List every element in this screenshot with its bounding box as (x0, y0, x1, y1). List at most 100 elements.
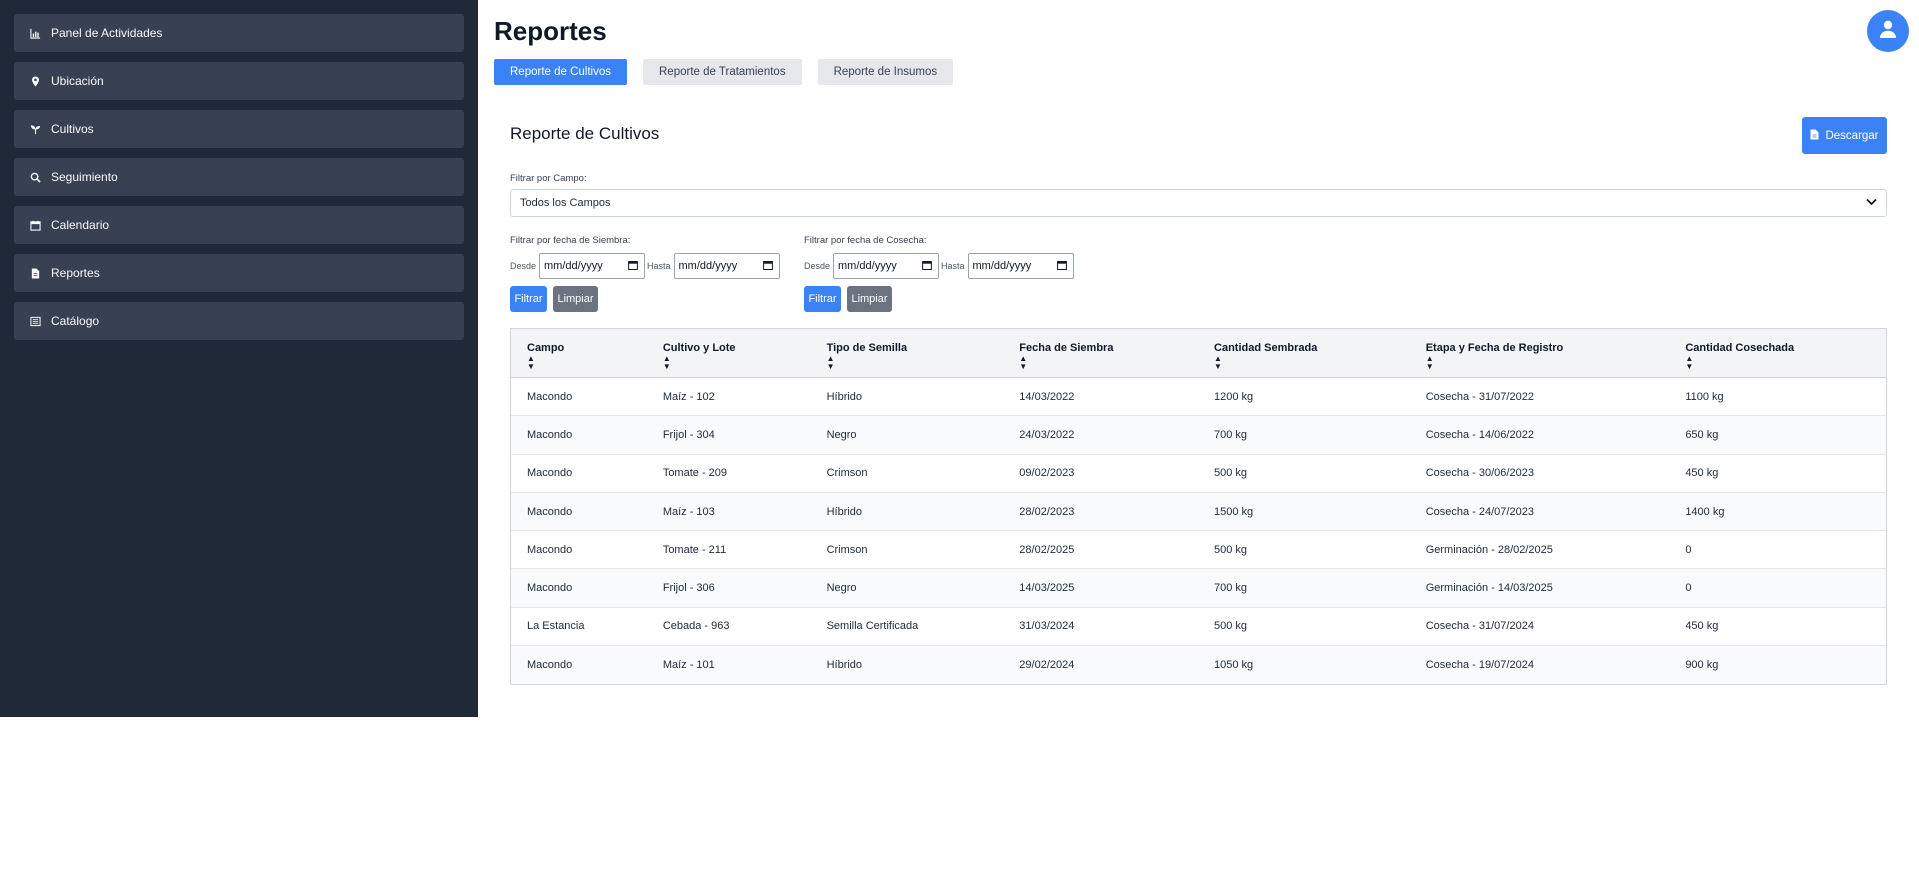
sidebar-item-reportes[interactable]: Reportes (14, 254, 464, 292)
table-cell: 700 kg (1214, 428, 1248, 441)
table-cell: 900 kg (1685, 659, 1719, 672)
table-cell: Tomate - 209 (662, 467, 728, 480)
main-content: Reportes Reporte de Cultivos Reporte de … (478, 0, 1919, 878)
table-cell: Cosecha - 14/06/2022 (1425, 428, 1534, 441)
table-cell: Germinación - 14/03/2025 (1425, 582, 1553, 595)
campo-select-value: Todos los Campos (520, 197, 611, 209)
table-cell: Maíz - 103 (662, 505, 715, 518)
table-cell: Negro (826, 582, 857, 595)
sidebar: Panel de Actividades Ubicación Cultivos … (0, 0, 478, 717)
siembra-filter-button[interactable]: Filtrar (510, 286, 547, 312)
campo-select[interactable]: Todos los Campos (510, 189, 1887, 217)
table-cell: Híbrido (826, 390, 863, 403)
table-cell: 500 kg (1214, 467, 1248, 480)
table-cell: 700 kg (1214, 582, 1248, 595)
search-icon (27, 169, 43, 185)
map-pin-icon (27, 73, 43, 89)
chevron-down-icon (1866, 197, 1877, 209)
sort-icon[interactable]: ▲ ▼ (663, 355, 811, 371)
cultivos-table: Campo ▲ ▼ Cultivo y Lote ▲ ▼ Tipo de Semilla… (510, 328, 1887, 686)
table-cell: Macondo (527, 659, 573, 672)
sidebar-item-label: Calendario (51, 218, 110, 232)
sidebar-item-calendario[interactable]: Calendario (14, 206, 464, 244)
column-header-label: Cultivo y Lote (662, 342, 736, 354)
sidebar-item-cultivos[interactable]: Cultivos (14, 110, 464, 148)
column-header[interactable]: Campo ▲ ▼ (511, 329, 647, 377)
table-cell: Frijol - 304 (662, 428, 715, 441)
cosecha-desde-input[interactable]: mm/dd/yyyy (833, 253, 940, 279)
table-body: Macondo Maíz - 102 Híbrido 14/03/2022 1200 k… (511, 378, 1886, 685)
cosecha-clear-button[interactable]: Limpiar (847, 286, 892, 312)
table-cell: 500 kg (1214, 620, 1248, 633)
sort-icon[interactable]: ▲ ▼ (1019, 355, 1198, 371)
siembra-filter-label: Filtrar por fecha de Siembra: (510, 235, 631, 246)
sidebar-item-catalogo[interactable]: Catálogo (14, 302, 464, 340)
calendar-icon[interactable] (922, 260, 932, 273)
siembra-hasta-input[interactable]: mm/dd/yyyy (673, 253, 780, 279)
file-icon (1810, 129, 1819, 143)
table-cell: 28/02/2023 (1019, 505, 1075, 518)
table-row: Macondo Maíz - 103 Híbrido 28/02/2023 1500 k… (511, 492, 1886, 532)
calendar-icon[interactable] (762, 260, 773, 273)
table-cell: La Estancia (527, 620, 585, 633)
table-cell: Germinación - 28/02/2025 (1425, 543, 1553, 556)
cosecha-filter-button[interactable]: Filtrar (804, 286, 841, 312)
table-cell: Macondo (527, 582, 573, 595)
seedling-icon (27, 121, 43, 137)
sort-icon[interactable]: ▲ ▼ (1426, 355, 1670, 371)
sort-icon[interactable]: ▲ ▼ (527, 355, 647, 371)
column-header-label: Cantidad Sembrada (1214, 342, 1318, 354)
calendar-icon[interactable] (1056, 260, 1067, 273)
column-header[interactable]: Tipo de Semilla ▲ ▼ (811, 329, 1004, 377)
table-row: La Estancia Cebada - 963 Semilla Certifica… (511, 608, 1886, 647)
sort-icon[interactable]: ▲ ▼ (1214, 355, 1410, 371)
table-cell: 31/03/2024 (1019, 620, 1075, 633)
tab-cultivos[interactable]: Reporte de Cultivos (494, 59, 627, 85)
table-cell: 14/03/2022 (1019, 390, 1075, 403)
tab-tratamientos[interactable]: Reporte de Tratamientos (643, 59, 802, 85)
desde-label: Desde (804, 261, 831, 271)
table-cell: Crimson (826, 467, 868, 480)
cosecha-hasta-group: Hasta mm/dd/yyyy (941, 253, 1074, 279)
column-header[interactable]: Etapa y Fecha de Registro ▲ ▼ (1410, 329, 1670, 377)
cosecha-filter-label: Filtrar por fecha de Cosecha: (804, 235, 927, 246)
download-label: Descargar (1825, 129, 1879, 142)
table-cell: Cosecha - 24/07/2023 (1425, 505, 1534, 518)
table-header: Campo ▲ ▼ Cultivo y Lote ▲ ▼ Tipo de Semilla… (511, 329, 1886, 378)
sort-icon[interactable]: ▲ ▼ (827, 355, 1004, 371)
sidebar-item-panel[interactable]: Panel de Actividades (14, 14, 464, 52)
sidebar-item-ubicacion[interactable]: Ubicación (14, 62, 464, 100)
table-cell: 1500 kg (1214, 505, 1254, 518)
table-cell: Negro (826, 428, 857, 441)
table-cell: Híbrido (826, 659, 863, 672)
table-row: Macondo Tomate - 209 Crimson 09/02/2023 500 … (511, 455, 1886, 493)
table-row: Macondo Tomate - 211 Crimson 28/02/2025 500 … (511, 531, 1886, 570)
column-header[interactable]: Cantidad Cosechada ▲ ▼ (1669, 329, 1886, 377)
tab-insumos[interactable]: Reporte de Insumos (817, 59, 954, 85)
cosecha-hasta-input[interactable]: mm/dd/yyyy (967, 253, 1074, 279)
table-cell: 1200 kg (1214, 390, 1254, 403)
sidebar-item-label: Catálogo (51, 314, 100, 328)
calendar-icon (27, 217, 43, 233)
table-cell: 1400 kg (1685, 505, 1725, 518)
column-header[interactable]: Cantidad Sembrada ▲ ▼ (1198, 329, 1410, 377)
siembra-desde-input[interactable]: mm/dd/yyyy (539, 253, 646, 279)
table-cell: 500 kg (1214, 543, 1248, 556)
sort-icon[interactable]: ▲ ▼ (1685, 355, 1886, 371)
table-cell: Macondo (527, 428, 573, 441)
desde-label: Desde (510, 261, 537, 271)
avatar[interactable] (1867, 10, 1909, 52)
date-placeholder: mm/dd/yyyy (544, 260, 603, 272)
table-cell: 14/03/2025 (1019, 582, 1075, 595)
table-cell: Cosecha - 30/06/2023 (1425, 467, 1534, 480)
table-cell: 450 kg (1685, 620, 1719, 633)
column-header[interactable]: Cultivo y Lote ▲ ▼ (647, 329, 811, 377)
table-cell: Cebada - 963 (662, 620, 730, 633)
report-tabs: Reporte de Cultivos Reporte de Tratamien… (494, 59, 954, 85)
sidebar-item-seguimiento[interactable]: Seguimiento (14, 158, 464, 196)
sidebar-item-label: Reportes (51, 266, 100, 280)
column-header[interactable]: Fecha de Siembra ▲ ▼ (1003, 329, 1198, 377)
calendar-icon[interactable] (628, 260, 638, 273)
siembra-clear-button[interactable]: Limpiar (553, 286, 598, 312)
download-button[interactable]: Descargar (1802, 117, 1887, 154)
